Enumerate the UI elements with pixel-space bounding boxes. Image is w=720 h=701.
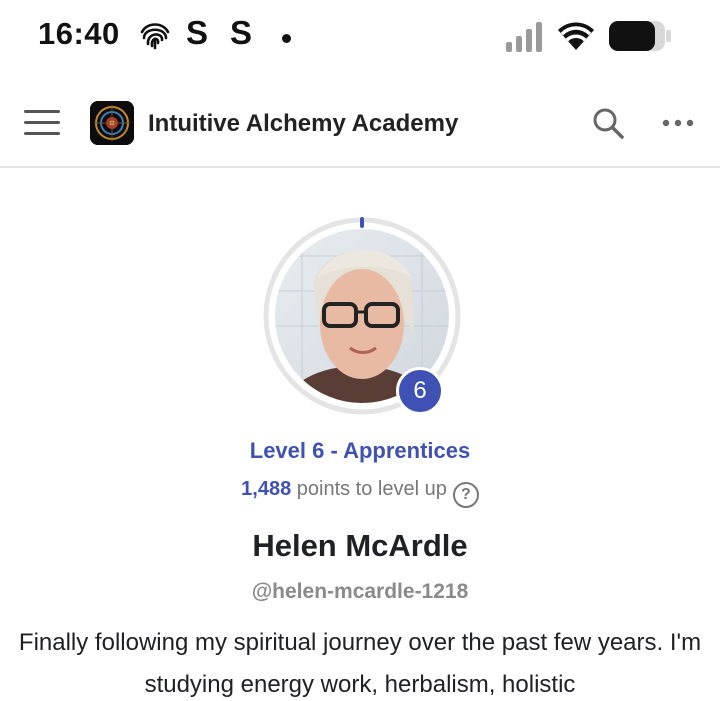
profile-bio: Finally following my spiritual journey o… xyxy=(18,629,702,698)
wifi-icon xyxy=(558,22,594,50)
profile-handle: @helen-mcardle-1218 xyxy=(251,580,469,603)
status-time: 16:40 xyxy=(38,16,120,51)
fingerprint-icon xyxy=(140,23,170,50)
notification-dot-icon xyxy=(282,34,291,43)
status-s-icon-2: S xyxy=(230,14,253,51)
more-icon[interactable] xyxy=(660,114,696,132)
level-label[interactable]: Level 6 - Apprentices xyxy=(0,438,720,464)
app-title: Intuitive Alchemy Academy xyxy=(148,110,459,137)
help-icon[interactable]: ? xyxy=(452,482,479,508)
status-bar: 16:40 S S xyxy=(0,0,720,76)
menu-icon[interactable] xyxy=(24,110,60,136)
points-to-level-up: 1,488 points to level up? xyxy=(0,478,720,508)
status-s-icon-1: S xyxy=(186,14,209,51)
search-icon[interactable] xyxy=(590,105,626,141)
app-bar: Intuitive Alchemy Academy xyxy=(0,78,720,168)
battery-icon xyxy=(609,21,671,51)
app-logo-image xyxy=(90,101,134,145)
level-badge: 6 xyxy=(396,367,444,415)
profile-name: Helen McArdle xyxy=(252,528,468,563)
app-logo[interactable] xyxy=(90,101,134,145)
points-suffix: points to level up xyxy=(291,478,447,500)
signal-icon xyxy=(506,22,542,52)
points-value: 1,488 xyxy=(241,478,292,500)
